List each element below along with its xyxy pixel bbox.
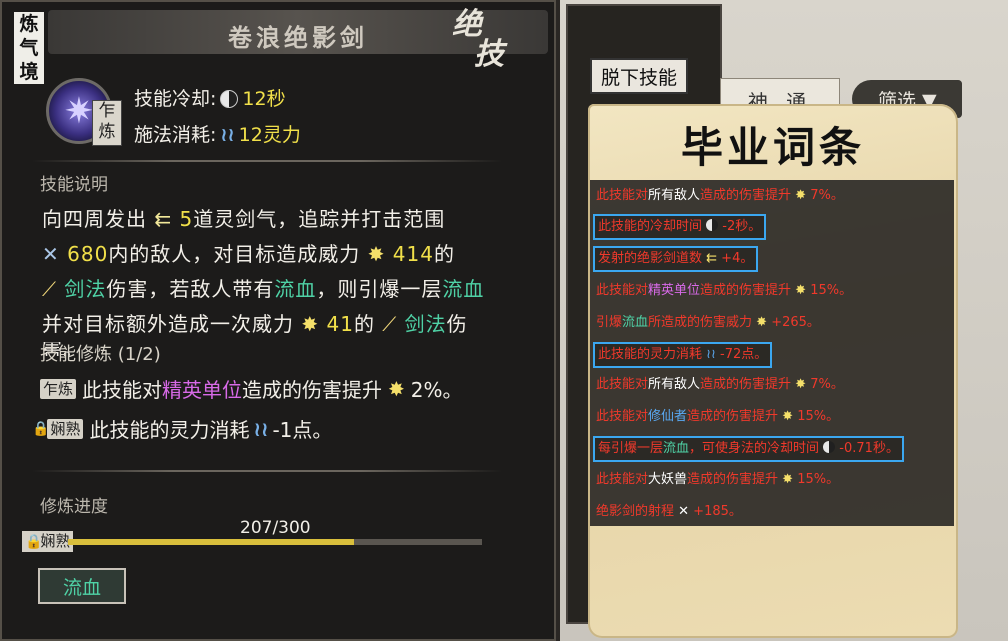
affix-item: 此技能对所有敌人造成的伤害提升 ✸ 7%。 bbox=[596, 188, 844, 203]
ultimate-badge: 绝 技 bbox=[452, 10, 522, 74]
unequip-skill-button[interactable]: 脱下技能 bbox=[590, 58, 688, 94]
desc-keyword: 流血 bbox=[274, 277, 317, 301]
power-icon: ✸ bbox=[367, 242, 386, 266]
desc-text: 道灵剑气，追踪并打击范围 bbox=[193, 207, 446, 231]
stage-tag: 乍炼 bbox=[40, 378, 77, 399]
training-text: 此技能对 bbox=[82, 378, 163, 402]
affix-item-highlighted: 此技能的冷却时间 -2秒。 bbox=[593, 214, 767, 240]
desc-line-4: 并对目标额外造成一次威力 ✸ 41的 ⟋ 剑法伤 bbox=[42, 307, 526, 342]
cost-value: 12灵力 bbox=[238, 124, 301, 146]
desc-text: ，则引爆一层 bbox=[316, 277, 443, 301]
training-text: 此技能的灵力消耗 bbox=[89, 418, 250, 442]
affix-item-highlighted: 发射的绝影剑道数 ⇇ +4。 bbox=[593, 246, 759, 272]
desc-line-1: 向四周发出 ⇇ 5道灵剑气，追踪并打击范围 bbox=[42, 202, 526, 237]
progress-label: 修炼进度 bbox=[40, 497, 108, 517]
desc-text: 的 bbox=[353, 312, 375, 336]
desc-number: 41 bbox=[326, 312, 354, 336]
range-icon: ✕ bbox=[42, 242, 60, 266]
cost-label: 施法消耗: bbox=[134, 124, 217, 146]
affix-item: 引爆流血所造成的伤害威力 ✸ +265。 bbox=[596, 315, 820, 330]
description-label: 技能说明 bbox=[40, 175, 108, 195]
affix-item-highlighted: 此技能的灵力消耗 ≀≀ -72点。 bbox=[593, 342, 773, 368]
desc-keyword: 剑法 bbox=[64, 277, 107, 301]
affix-item: 此技能对所有敌人造成的伤害提升 ✸ 7%。 bbox=[596, 377, 844, 392]
desc-line-3: ⟋ 剑法伤害，若敌人带有流血，则引爆一层流血 bbox=[42, 272, 526, 307]
training-item-2: 🔒 娴熟 此技能的灵力消耗 ≀≀ -1点。 bbox=[32, 414, 332, 443]
power-icon: ✸ bbox=[388, 376, 405, 401]
power-icon: ✸ bbox=[301, 312, 320, 336]
affix-item: 此技能对精英单位造成的伤害提升 ✸ 15%。 bbox=[596, 283, 853, 298]
stage-badge: 乍炼 bbox=[92, 100, 122, 146]
desc-text: 伤 bbox=[446, 312, 468, 336]
cooldown-label: 技能冷却: bbox=[134, 88, 217, 110]
training-value: 2%。 bbox=[410, 378, 463, 402]
desc-text: 向四周发出 bbox=[42, 207, 147, 231]
progress-stage-tag: 🔒娴熟 bbox=[22, 531, 74, 552]
progress-fill bbox=[68, 539, 354, 545]
desc-text: 内的敌人，对目标造成威力 bbox=[108, 242, 361, 266]
training-text: 造成的伤害提升 bbox=[242, 378, 383, 402]
spirit-icon: ≀≀ bbox=[220, 124, 235, 146]
desc-number: 414 bbox=[392, 242, 434, 266]
sword-icon: ⟋ bbox=[42, 277, 57, 301]
training-keyword: 精英单位 bbox=[162, 378, 243, 402]
affix-card-title: 毕业词条 bbox=[680, 123, 865, 172]
divider bbox=[32, 160, 502, 162]
divider bbox=[32, 470, 502, 472]
training-item-1: 乍炼 此技能对 精英单位 造成的伤害提升 ✸ 2%。 bbox=[40, 374, 463, 403]
affix-item: 绝影剑的射程 ✕ +185。 bbox=[596, 504, 742, 519]
desc-text: 的 bbox=[433, 242, 455, 266]
desc-number: 680 bbox=[67, 242, 109, 266]
ultimate-badge-char-2: 技 bbox=[474, 37, 504, 72]
ultimate-badge-char-1: 绝 bbox=[452, 7, 482, 42]
desc-keyword: 流血 bbox=[442, 277, 485, 301]
cost-line: 施法消耗: ≀≀ 12灵力 bbox=[134, 120, 301, 147]
desc-keyword: 剑法 bbox=[404, 312, 447, 336]
arrow-icon: ⇇ bbox=[154, 207, 173, 231]
desc-number: 5 bbox=[179, 207, 194, 231]
progress-tag-text: 娴熟 bbox=[40, 532, 71, 550]
skill-detail-panel: 卷浪绝影剑 炼气境 绝 技 ✷ 乍炼 技能冷却: 12秒 施法消耗: ≀≀ 12灵力 … bbox=[0, 0, 556, 641]
desc-text: 并对目标额外造成一次威力 bbox=[42, 312, 294, 336]
progress-text: 207/300 bbox=[240, 518, 311, 538]
cooldown-value: 12秒 bbox=[242, 88, 286, 110]
training-value: -1点。 bbox=[272, 418, 333, 442]
bleed-button[interactable]: 流血 bbox=[38, 568, 126, 604]
training-label: 技能修炼 (1/2) bbox=[40, 344, 161, 365]
sword-icon: ⟋ bbox=[382, 312, 398, 336]
affix-item: 此技能对大妖兽造成的伤害提升 ✸ 15%。 bbox=[596, 472, 840, 487]
affix-item: 此技能对修仙者造成的伤害提升 ✸ 15%。 bbox=[596, 409, 840, 424]
progress-bar bbox=[68, 539, 482, 545]
skill-description: 向四周发出 ⇇ 5道灵剑气，追踪并打击范围 ✕ 680内的敌人，对目标造成威力 … bbox=[42, 202, 526, 356]
desc-text: 伤害，若敌人带有 bbox=[106, 277, 275, 301]
clock-icon bbox=[220, 90, 239, 108]
desc-line-2: ✕ 680内的敌人，对目标造成威力 ✸ 414的 bbox=[42, 237, 526, 272]
affix-item-highlighted: 每引爆一层流血，可使身法的冷却时间 -0.71秒。 bbox=[593, 436, 904, 462]
cooldown-line: 技能冷却: 12秒 bbox=[134, 84, 286, 111]
stage-tag: 娴熟 bbox=[47, 418, 84, 439]
spirit-icon: ≀≀ bbox=[253, 416, 269, 441]
realm-tag: 炼气境 bbox=[14, 12, 44, 84]
